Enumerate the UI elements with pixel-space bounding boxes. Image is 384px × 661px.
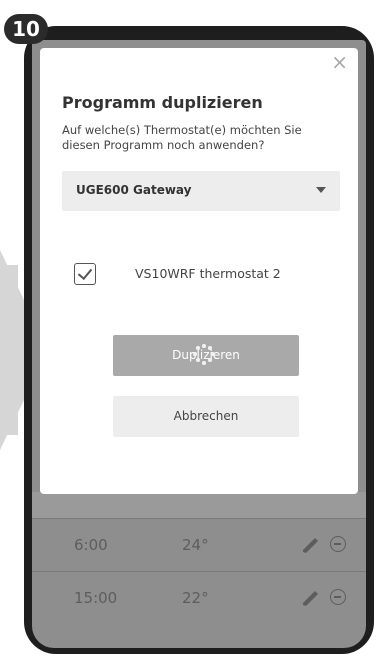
- dialog-subtitle: Auf welche(s) Thermostat(e) möchten Sie …: [62, 123, 302, 152]
- schedule-time: 6:00: [74, 536, 108, 554]
- chevron-down-icon: [316, 187, 326, 193]
- step-badge: 10: [4, 14, 48, 44]
- pencil-icon[interactable]: [300, 588, 322, 608]
- pencil-icon[interactable]: [300, 535, 322, 555]
- duplicate-button[interactable]: Duplizieren: [113, 335, 299, 376]
- cancel-button[interactable]: Abbrechen: [113, 396, 299, 437]
- gateway-select-value: UGE600 Gateway: [76, 183, 192, 197]
- loading-spinner-icon: [193, 344, 215, 366]
- schedule-time: 15:00: [74, 589, 118, 607]
- thermostat-checkbox[interactable]: [74, 263, 96, 285]
- dialog-title: Programm duplizieren: [62, 93, 263, 112]
- remove-icon[interactable]: [330, 589, 346, 605]
- gateway-select[interactable]: UGE600 Gateway: [62, 171, 340, 211]
- schedule-header: [32, 492, 366, 518]
- schedule-row[interactable]: 6:00 24°: [32, 518, 366, 571]
- schedule-temp: 24°: [182, 536, 209, 554]
- thermostat-label: VS10WRF thermostat 2: [135, 266, 281, 281]
- schedule-row[interactable]: 15:00 22°: [32, 571, 366, 624]
- remove-icon[interactable]: [330, 536, 346, 552]
- schedule-temp: 22°: [182, 589, 209, 607]
- duplicate-program-dialog: × Programm duplizieren Auf welche(s) The…: [40, 48, 358, 494]
- close-icon[interactable]: ×: [331, 50, 348, 74]
